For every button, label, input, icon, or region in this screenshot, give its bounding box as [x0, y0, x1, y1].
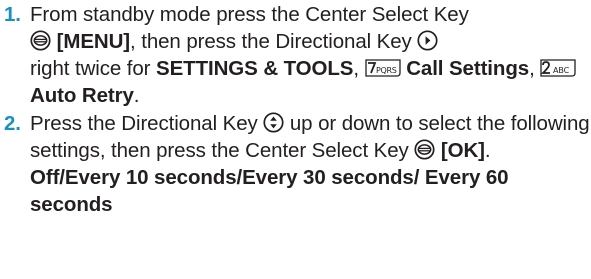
directional-right-icon — [417, 30, 438, 51]
settings-tools-label: SETTINGS & TOOLS — [156, 57, 354, 80]
step-number: 2. — [4, 112, 21, 135]
call-settings-label: Call Settings — [406, 57, 530, 80]
step-1: 1. From standby mode press the Center Se… — [4, 1, 591, 109]
step-text: From standby mode press the Center Selec… — [30, 3, 469, 26]
step-text: Press the Directional Key — [30, 112, 258, 135]
steps-list: 1. From standby mode press the Center Se… — [4, 1, 591, 218]
step-number: 1. — [4, 3, 21, 26]
menu-label: [MENU] — [56, 30, 131, 53]
center-select-key-icon — [30, 30, 51, 51]
step-text: right twice for — [30, 57, 151, 80]
auto-retry-label: Auto Retry — [30, 84, 134, 107]
svg-text:ABC: ABC — [553, 66, 570, 75]
key-2-abc-icon: ABC — [540, 59, 576, 77]
step-2: 2. Press the Directional Key up or down … — [4, 112, 590, 216]
svg-text:PQRS: PQRS — [376, 66, 397, 75]
center-select-key-icon — [414, 139, 435, 160]
step-text: , then press the Directional Key — [130, 30, 412, 53]
instruction-page: 1. From standby mode press the Center Se… — [0, 0, 591, 279]
directional-up-down-icon — [263, 112, 284, 133]
settings-options: Off/Every 10 seconds/Every 30 seconds/ E… — [30, 166, 509, 216]
key-7-pqrs-icon: PQRS — [364, 59, 401, 77]
ok-label: [OK] — [440, 139, 485, 162]
